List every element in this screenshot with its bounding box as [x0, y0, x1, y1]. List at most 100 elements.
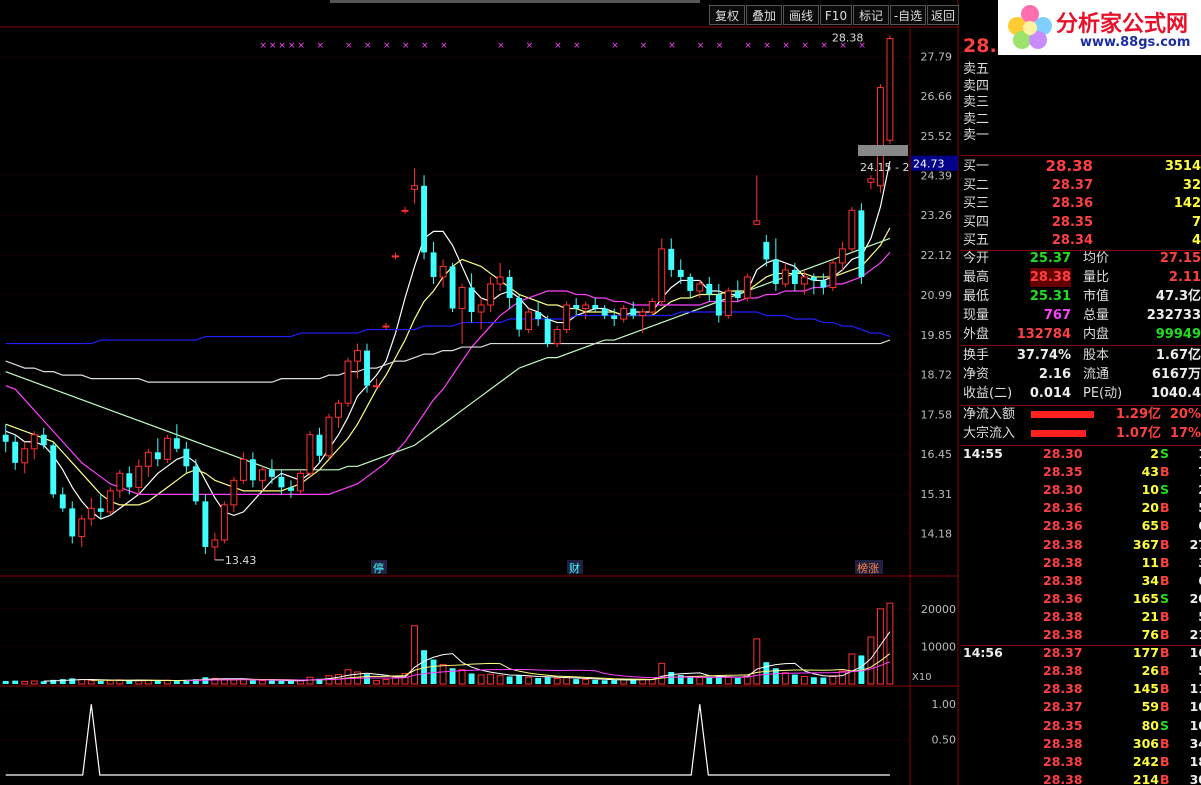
candle-body: [21, 448, 29, 464]
logo-url: www.88gs.com: [1080, 35, 1191, 50]
draw-line-button[interactable]: 画线: [783, 5, 819, 25]
candle-body: [724, 290, 732, 317]
volume-bar: [59, 679, 66, 684]
volume-bar: [706, 677, 713, 684]
volume-bar: [230, 679, 238, 685]
tick-side: B: [1160, 608, 1170, 624]
candle-body: [163, 437, 171, 460]
tick-side: B: [1160, 753, 1170, 769]
volume-bar: [535, 677, 542, 684]
volume-unit-label: X10: [912, 672, 932, 683]
bid-row: 买四 28.35 7: [961, 213, 1201, 232]
stat2-row: 收益(二) 0.014 PE(动) 1040.4: [961, 384, 1201, 403]
bid-price: 28.35: [1051, 214, 1093, 230]
tick-side: B: [1160, 500, 1170, 516]
tick-time: 14:56: [963, 645, 1003, 661]
tick-side: B: [1160, 554, 1170, 570]
candle-body: [867, 178, 875, 183]
candle-body: [40, 434, 47, 446]
low-price-label: 13.43: [225, 554, 257, 567]
tick-volume: 11: [1141, 554, 1159, 570]
candle-body: [772, 259, 779, 284]
tick-price: 28.38: [1043, 608, 1083, 624]
candle-body: [97, 508, 104, 512]
event-tag[interactable]: 榜涨: [857, 561, 879, 575]
event-tag[interactable]: 停: [373, 561, 384, 575]
tick-count: 34: [1189, 735, 1201, 751]
volume-bar: [658, 662, 666, 685]
stat-label: 流通: [1083, 367, 1110, 382]
tick-volume: 43: [1141, 464, 1159, 480]
event-tag[interactable]: 财: [569, 561, 580, 575]
tick-row: 28.38 367B 27: [961, 536, 1201, 554]
top-tab-strip: [330, 0, 700, 3]
candle-body: [192, 466, 199, 502]
tick-row: 28.37 59B 10: [961, 698, 1201, 716]
tick-volume: 145: [1132, 681, 1159, 697]
stat-value: 1.67亿: [1155, 348, 1201, 363]
tick-volume: 26: [1141, 663, 1159, 679]
tick-row: 14:56 28.37 177B 16: [961, 644, 1201, 662]
tick-price: 28.36: [1043, 500, 1083, 516]
volume-bar: [439, 663, 447, 685]
candle-body: [763, 241, 770, 260]
candle-body: [154, 452, 161, 460]
candle-body: [592, 305, 599, 309]
ma-line-ma20: [5, 252, 891, 495]
signal-x-mark: ×: [782, 41, 790, 51]
candle-body: [69, 508, 76, 537]
bid-label: 买四: [963, 214, 990, 230]
overlay-button[interactable]: 叠加: [746, 5, 782, 25]
candle-body: [364, 350, 370, 386]
current-price-label: 24.73: [913, 158, 945, 171]
signal-x-mark: ×: [573, 41, 581, 51]
tick-price: 28.38: [1043, 663, 1083, 679]
fuquan-button[interactable]: 复权: [709, 5, 745, 25]
candle-body: [753, 220, 761, 225]
candle-body: [78, 518, 86, 537]
volume-bar: [154, 680, 161, 684]
stat-label: 现量: [963, 308, 990, 323]
candle-body: [12, 441, 19, 463]
stat-row: 外盘 132784 内盘 99949: [961, 325, 1201, 344]
signal-x-mark: ×: [820, 41, 828, 51]
candle-body: [449, 266, 456, 309]
bid-price: 28.34: [1051, 233, 1093, 248]
candle-body: [202, 501, 209, 547]
candle-body: [2, 434, 9, 442]
tick-side: B: [1160, 572, 1170, 588]
tick-price: 28.36: [1043, 518, 1083, 534]
signal-x-mark: ×: [421, 41, 429, 51]
volume-bar: [630, 679, 637, 684]
tick-price: 28.30: [1043, 482, 1083, 498]
candle-body: [144, 451, 152, 467]
tick-count: 11: [1189, 681, 1201, 697]
volume-bar: [344, 669, 352, 685]
logo-title: 分析家公式网: [1056, 12, 1189, 37]
bid-volume: 4: [1191, 233, 1201, 248]
signal-x-mark: ×: [259, 41, 267, 51]
flow-label: 净流入额: [963, 407, 1016, 422]
signal-x-mark: ×: [383, 41, 391, 51]
volume-bar: [69, 678, 76, 684]
watchlist-button[interactable]: -自选: [890, 5, 926, 25]
candle-body: [306, 434, 314, 474]
mark-button[interactable]: 标记: [853, 5, 889, 25]
volume-bar: [886, 602, 894, 685]
volume-bar: [573, 679, 580, 684]
candle-body: [838, 248, 846, 264]
candle-body: [439, 265, 447, 278]
candle-body: [648, 301, 656, 313]
volume-bar: [258, 680, 266, 685]
tick-row: 14:5528.302S1: [961, 445, 1201, 463]
volume-bar: [753, 638, 761, 685]
candle-body: [668, 248, 675, 270]
tick-side: B: [1160, 735, 1170, 751]
range-box: [858, 145, 908, 156]
stat-row: 今开 25.37 均价 27.15: [961, 249, 1201, 268]
back-button[interactable]: 返回: [927, 5, 959, 25]
tick-row: 28.38 242B 18: [961, 753, 1201, 771]
stat-value: 132784: [1016, 327, 1071, 342]
f10-button[interactable]: F10: [820, 5, 852, 25]
candle-body: [116, 472, 124, 492]
